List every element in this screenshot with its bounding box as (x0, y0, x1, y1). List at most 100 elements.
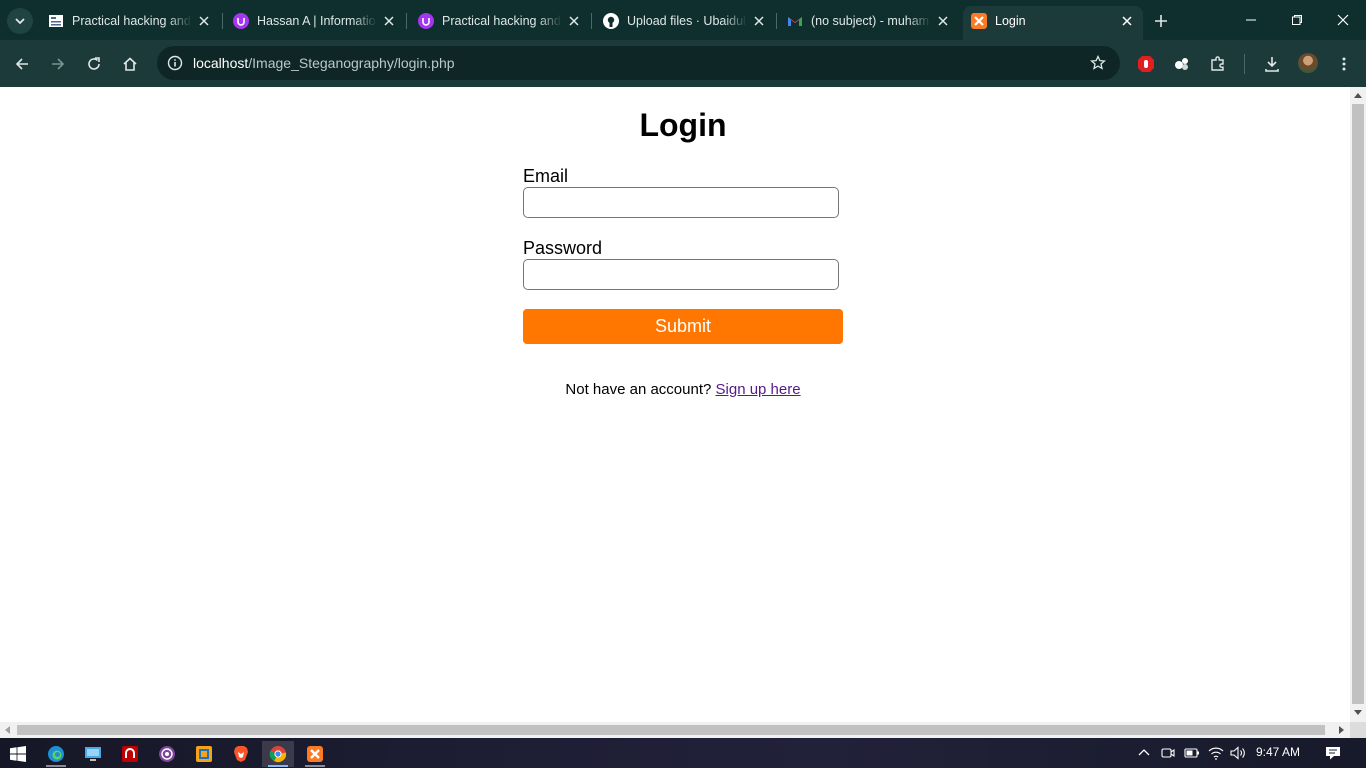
windows-taskbar: 9:47 AM (0, 738, 1366, 768)
tab-separator (776, 13, 777, 29)
reload-button[interactable] (80, 50, 108, 78)
tab-separator (591, 13, 592, 29)
taskbar-desktop[interactable] (77, 741, 109, 767)
tor-icon (159, 746, 175, 762)
adblock-icon (1138, 56, 1154, 72)
taskbar-tor[interactable] (151, 741, 183, 767)
scroll-right-arrow-icon[interactable] (1339, 726, 1344, 734)
tab-title: Practical hacking and (442, 14, 561, 28)
xampp-icon (971, 13, 987, 29)
running-indicator (305, 765, 325, 767)
chevron-up-icon (1138, 749, 1150, 756)
bookmark-star-icon[interactable] (1088, 53, 1108, 73)
tab-close-icon[interactable] (751, 13, 767, 29)
back-button[interactable] (8, 50, 36, 78)
scroll-left-arrow-icon[interactable] (5, 726, 10, 734)
tab-separator (222, 13, 223, 29)
taskbar-clock[interactable]: 9:47 AM (1256, 745, 1300, 759)
taskbar-chrome[interactable] (262, 741, 294, 767)
scroll-up-arrow-icon[interactable] (1354, 93, 1362, 98)
minimize-button[interactable] (1228, 6, 1274, 34)
password-field[interactable] (523, 259, 839, 290)
tab-close-icon[interactable] (381, 13, 397, 29)
chevron-down-icon (15, 18, 25, 25)
page-title: Login (639, 107, 727, 143)
scrollbar-corner (1350, 722, 1366, 738)
tray-meet-now[interactable] (1160, 745, 1176, 761)
toolbar-separator (1244, 54, 1245, 74)
extension-adblock-button[interactable] (1132, 50, 1160, 78)
tab-search-button[interactable] (7, 8, 33, 34)
brave-icon (234, 746, 248, 762)
horizontal-scroll-thumb[interactable] (17, 725, 1325, 735)
minimize-icon (1246, 19, 1256, 21)
taskbar-xampp-control[interactable] (188, 741, 220, 767)
taskbar-filezilla[interactable] (114, 741, 146, 767)
chrome-icon (269, 746, 287, 763)
taskbar-brave[interactable] (225, 741, 257, 767)
tray-overflow-button[interactable] (1136, 745, 1152, 761)
signup-prompt-text: Not have an account? (565, 381, 712, 398)
extensions-menu-button[interactable] (1204, 50, 1232, 78)
url-host: localhost (193, 55, 249, 71)
extension-cluster-icon (1175, 58, 1188, 70)
site-info-icon[interactable] (165, 53, 185, 73)
signup-link[interactable]: Sign up here (716, 381, 801, 398)
restore-icon (1292, 15, 1302, 25)
speaker-icon (1230, 746, 1245, 760)
taskbar-xampp[interactable] (299, 741, 331, 767)
close-window-button[interactable] (1320, 6, 1366, 34)
tab-title: Practical hacking and (72, 14, 191, 28)
profile-avatar[interactable] (1298, 53, 1318, 73)
tab-title: Login (995, 14, 1026, 28)
email-label: Email (523, 166, 569, 186)
tray-battery[interactable] (1184, 745, 1200, 761)
login-form: Email Password Submit (523, 165, 843, 344)
running-indicator (268, 765, 288, 767)
submit-button[interactable]: Submit (523, 309, 843, 344)
forward-button[interactable] (44, 50, 72, 78)
download-icon (1265, 57, 1279, 72)
notification-icon (1326, 747, 1340, 760)
tab-practical-hacking-1[interactable]: Practical hacking and (40, 6, 220, 36)
url-path: /Image_Steganography/login.php (248, 55, 455, 71)
new-tab-button[interactable] (1150, 10, 1172, 32)
tab-title: (no subject) - muham (811, 14, 930, 28)
horizontal-scrollbar[interactable] (0, 722, 1350, 738)
udemy-icon (233, 13, 249, 29)
reload-icon (88, 57, 100, 70)
tab-close-icon[interactable] (935, 13, 951, 29)
downloads-button[interactable] (1258, 50, 1286, 78)
vertical-scrollbar[interactable] (1350, 87, 1366, 722)
restore-button[interactable] (1274, 6, 1320, 34)
password-label: Password (523, 238, 603, 258)
tab-practical-hacking-2[interactable]: Practical hacking and (410, 6, 590, 36)
tab-close-icon[interactable] (1119, 13, 1135, 29)
scroll-down-arrow-icon[interactable] (1354, 710, 1362, 715)
filezilla-icon (122, 746, 138, 762)
tab-strip: Practical hacking and Hassan A | Informa… (0, 0, 1366, 40)
vertical-scroll-thumb[interactable] (1352, 104, 1364, 704)
tab-separator (406, 13, 407, 29)
tray-wifi[interactable] (1208, 745, 1224, 761)
home-icon (123, 57, 137, 71)
github-icon (603, 13, 619, 29)
tab-login[interactable]: Login (963, 6, 1143, 40)
tab-gmail[interactable]: (no subject) - muham (779, 6, 959, 36)
chrome-menu-button[interactable] (1330, 50, 1358, 78)
tab-hassan-information[interactable]: Hassan A | Informatio (225, 6, 405, 36)
address-bar[interactable]: localhost/Image_Steganography/login.php (157, 46, 1120, 80)
extension-button[interactable] (1168, 50, 1196, 78)
tab-close-icon[interactable] (566, 13, 582, 29)
signup-prompt: Not have an account? Sign up here (0, 381, 1350, 398)
notification-center-button[interactable] (1325, 745, 1341, 761)
windows-start-button[interactable] (2, 741, 34, 767)
tray-volume[interactable] (1230, 745, 1246, 761)
battery-icon (1184, 748, 1199, 758)
tab-github-upload[interactable]: Upload files · Ubaidul (595, 6, 775, 36)
email-field[interactable] (523, 187, 839, 218)
tab-close-icon[interactable] (196, 13, 212, 29)
home-button[interactable] (116, 50, 144, 78)
tab-title: Hassan A | Informatio (257, 14, 376, 28)
taskbar-edge[interactable] (40, 741, 72, 767)
